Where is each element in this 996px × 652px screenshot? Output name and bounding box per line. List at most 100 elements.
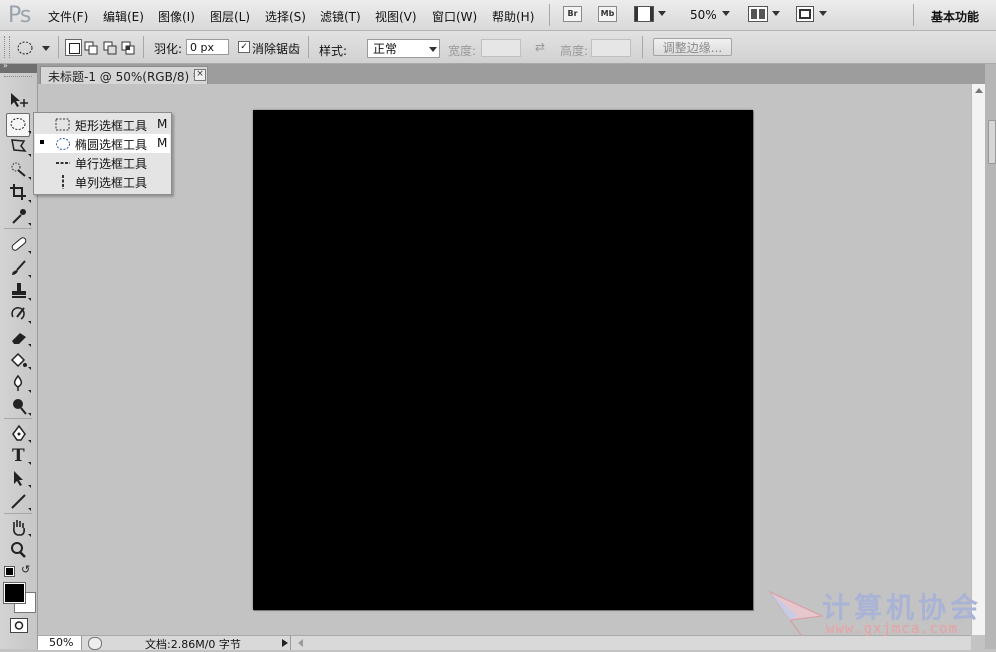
path-selection-icon [14,471,23,486]
tool-preset-picker[interactable] [16,40,36,59]
style-chevron-down-icon [429,47,437,52]
bridge-button[interactable]: Br [563,6,582,22]
menu-image[interactable]: 图像(I) [158,8,195,25]
screen-mode-icon [799,9,811,19]
ellipse-marquee-icon [56,138,70,150]
tool-group-indicator [28,223,31,226]
tool-preset-chevron-down-icon[interactable] [42,46,50,51]
workspace-switcher[interactable]: 基本功能 [931,8,979,25]
collapsed-panel-tab[interactable] [988,120,996,164]
tool-group-indicator [28,462,31,465]
menu-window[interactable]: 窗口(W) [432,8,477,25]
pen-tool[interactable] [7,422,29,444]
add-to-selection-button[interactable] [84,41,98,55]
quick-mask-button[interactable] [10,618,28,633]
subtract-selection-icon [103,41,117,55]
feather-label: 羽化: [154,42,183,56]
status-zoom-field[interactable]: 50% [38,636,82,650]
tool-group-indicator [28,275,31,278]
path-selection-tool[interactable] [7,467,29,489]
options-bar-grip[interactable] [4,36,10,58]
status-document-info: 文档:2.86M/0 字节 [145,638,241,651]
tools-panel-header[interactable]: » [0,61,37,73]
blur-tool[interactable] [7,372,29,394]
document-canvas[interactable] [253,110,753,610]
status-info-icon[interactable] [88,637,102,650]
options-divider [58,36,59,58]
lasso-tool[interactable] [7,135,29,157]
bandage-icon [11,237,27,251]
line-icon [11,494,26,509]
subtract-from-selection-button[interactable] [103,41,117,55]
tool-group-indicator [28,298,31,301]
stamp-icon [12,283,26,298]
menu-divider [913,4,914,26]
clone-stamp-tool[interactable] [7,280,29,302]
menu-filter[interactable]: 滤镜(T) [320,8,361,25]
arrange-documents-button[interactable] [748,6,768,22]
view-extras-button[interactable] [634,6,654,22]
flyout-item-single-column-marquee[interactable]: 单列选框工具 [35,172,170,191]
menu-view[interactable]: 视图(V) [375,8,417,25]
zoom-tool[interactable] [7,539,29,561]
document-tab[interactable]: 未标题-1 @ 50%(RGB/8) * [40,66,208,84]
line-tool[interactable] [7,490,29,512]
hand-tool[interactable] [7,516,29,538]
menu-layer[interactable]: 图层(L) [210,8,250,25]
scroll-left-icon[interactable] [298,639,303,647]
arrange-chevron-down-icon[interactable] [772,11,780,16]
foreground-color-swatch[interactable] [3,582,26,604]
antialias-checkbox[interactable]: ✓ [238,41,250,53]
swap-dimensions-icon: ⇄ [535,40,546,54]
tool-group-indicator [28,390,31,393]
tool-group-indicator [28,534,31,537]
scroll-up-icon[interactable] [975,88,983,93]
menu-file[interactable]: 文件(F) [48,8,88,25]
chevron-down-icon[interactable] [658,11,666,16]
default-colors-icon[interactable] [4,566,15,577]
crop-tool[interactable] [7,181,29,203]
options-divider [642,36,643,58]
flyout-item-single-row-marquee[interactable]: 单行选框工具 [35,153,170,172]
screen-mode-button[interactable] [796,6,814,22]
paint-bucket-tool[interactable] [7,349,29,371]
history-brush-tool[interactable] [7,303,29,325]
menu-select[interactable]: 选择(S) [265,8,306,25]
screen-mode-chevron-down-icon[interactable] [819,11,827,16]
dodge-icon [13,399,27,415]
close-icon[interactable]: × [194,69,206,81]
menu-edit[interactable]: 编辑(E) [103,8,144,25]
zoom-level[interactable]: 50% [690,8,717,22]
quick-selection-tool[interactable] [7,158,29,180]
dodge-tool[interactable] [7,395,29,417]
status-menu-arrow-icon[interactable] [282,639,288,647]
width-label: 宽度: [448,44,477,58]
flyout-item-rect-marquee[interactable]: 矩形选框工具 M [35,115,170,134]
tool-group-indicator [28,440,31,443]
type-icon: T [12,446,25,464]
style-select-value: 正常 [373,42,398,56]
tool-group-indicator [28,200,31,203]
marquee-tool[interactable] [6,113,30,137]
mini-bridge-button[interactable]: Mb [598,6,617,22]
swap-colors-icon[interactable]: ↺ [21,563,30,576]
intersect-selection-button[interactable] [121,41,135,55]
tool-group-indicator [28,321,31,324]
refine-edge-button[interactable]: 调整边缘... [653,38,732,56]
move-tool[interactable] [7,89,29,111]
healing-brush-tool[interactable] [7,233,29,255]
new-selection-button[interactable] [65,39,82,56]
eyedropper-tool[interactable] [7,205,29,227]
quick-mask-icon [14,621,24,630]
feather-input[interactable]: 0 px [186,39,229,55]
eraser-tool[interactable] [7,326,29,348]
vertical-scrollbar[interactable] [971,84,986,635]
new-selection-icon [69,43,80,54]
style-select[interactable]: 正常 [367,39,440,58]
crop-icon [10,184,26,200]
type-tool[interactable]: T [7,444,29,466]
zoom-chevron-down-icon[interactable] [722,11,730,16]
brush-tool[interactable] [7,257,29,279]
menu-help[interactable]: 帮助(H) [492,8,534,25]
flyout-item-ellipse-marquee[interactable]: 椭圆选框工具 M [35,134,170,153]
